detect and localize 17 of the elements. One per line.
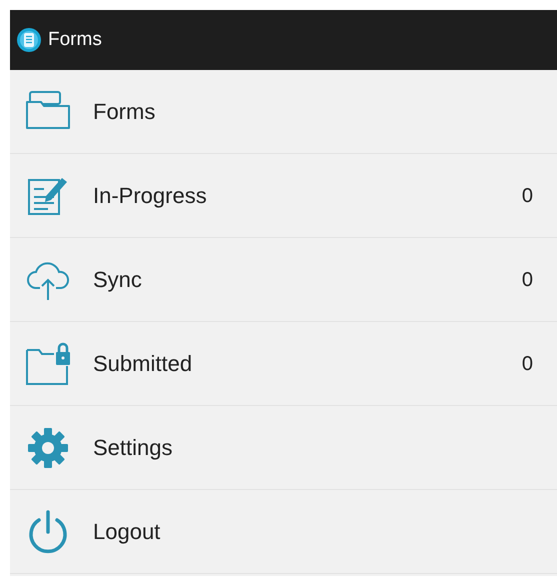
- app-logo-icon: [16, 27, 42, 53]
- menu-item[interactable]: Logout: [10, 490, 557, 574]
- item-count: 0: [522, 268, 533, 292]
- menu-item[interactable]: In-Progress 0: [10, 154, 557, 238]
- menu-item[interactable]: Forms: [10, 70, 557, 154]
- menu-label: Settings: [93, 434, 174, 462]
- item-count: 0: [522, 352, 533, 376]
- app-title: Forms: [48, 28, 102, 52]
- menu-item[interactable]: Submitted 0: [10, 322, 557, 406]
- item-count: 0: [522, 184, 533, 208]
- menu-label: In-Progress: [93, 182, 208, 210]
- menu-label: Sync: [93, 266, 143, 294]
- menu-label: Forms: [93, 98, 156, 126]
- menu-item[interactable]: Settings: [10, 406, 557, 490]
- menu-label: Submitted: [93, 350, 194, 378]
- menu-item[interactable]: Sync 0: [10, 238, 557, 322]
- menu-label: Logout: [93, 518, 162, 546]
